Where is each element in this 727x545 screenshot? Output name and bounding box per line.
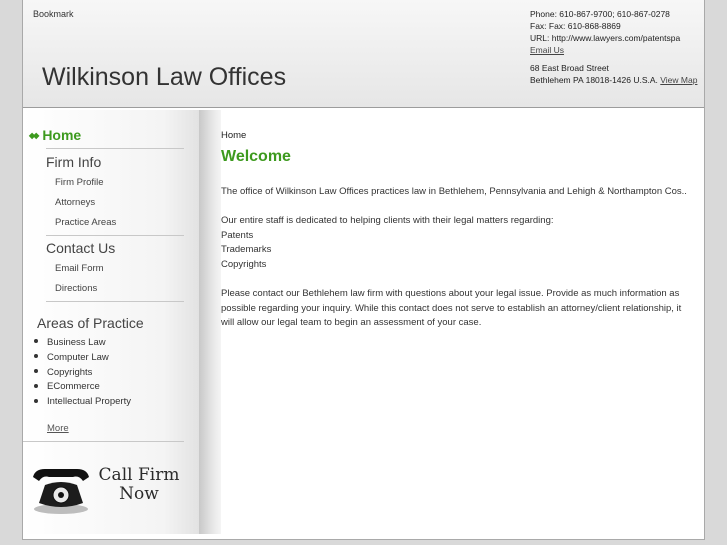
city-text: Bethlehem PA 18018-1426 U.S.A. — [530, 75, 658, 85]
email-us-link[interactable]: Email Us — [530, 45, 564, 55]
bullet-icon — [34, 398, 38, 403]
url-text: URL: http://www.lawyers.com/patentspa — [530, 33, 681, 43]
city-line: Bethlehem PA 18018-1426 U.S.A. View Map — [530, 74, 700, 86]
list-item[interactable]: Business Law — [34, 336, 131, 351]
sidebar-item-firm-profile[interactable]: Firm Profile — [55, 177, 104, 188]
area-label: ECommerce — [47, 381, 100, 393]
bullet-icon — [34, 383, 38, 388]
list-item[interactable]: Copyrights — [34, 366, 131, 381]
divider — [23, 441, 184, 442]
call-firm-line2: Now — [119, 484, 159, 504]
breadcrumb[interactable]: Home — [221, 130, 246, 141]
bookmark-link[interactable]: Bookmark — [33, 9, 74, 19]
bullet-icon — [34, 354, 38, 359]
bullet-icon — [34, 369, 38, 374]
divider — [46, 301, 184, 302]
area-label: Computer Law — [47, 351, 109, 363]
area-label: Business Law — [47, 337, 106, 348]
sidebar-item-directions[interactable]: Directions — [55, 283, 97, 294]
body-text: The office of Wilkinson Law Offices prac… — [221, 185, 691, 346]
sidebar-item-practice-areas[interactable]: Practice Areas — [55, 217, 116, 228]
divider — [46, 235, 184, 236]
areas-of-practice-list: Business Law Computer Law Copyrights ECo… — [34, 336, 131, 410]
phone-text: Phone: 610-867-9700; 610-867-0278 — [530, 9, 670, 19]
sidebar-item-email-form[interactable]: Email Form — [55, 263, 104, 274]
site-title: Wilkinson Law Offices — [42, 63, 287, 91]
list-item[interactable]: ECommerce — [34, 380, 131, 395]
more-link[interactable]: More — [47, 423, 69, 434]
matter-item: Patents — [221, 229, 254, 241]
page-title: Welcome — [221, 148, 291, 165]
diamond-arrow-icon: ◆◆ — [29, 130, 39, 140]
staff-text: Our entire staff is dedicated to helping… — [221, 215, 554, 227]
area-label: Copyrights — [47, 366, 93, 378]
matter-item: Copyrights — [221, 258, 267, 270]
matter-item: Trademarks — [221, 244, 272, 256]
contact-info: Phone: 610-867-9700; 610-867-0278 Fax: F… — [530, 8, 700, 86]
sidebar-item-firm-info[interactable]: Firm Info — [46, 154, 101, 170]
telephone-icon — [33, 469, 89, 514]
call-firm-text: Call Firm Now — [89, 466, 189, 504]
sidebar-item-attorneys[interactable]: Attorneys — [55, 197, 95, 208]
area-label: Intellectual Property — [47, 396, 131, 408]
sidebar-item-label: Home — [42, 127, 82, 143]
sidebar-nav: ◆◆ Home Firm Info Firm Profile Attorneys… — [23, 110, 199, 534]
areas-of-practice-heading: Areas of Practice — [37, 315, 144, 331]
site-header: Bookmark Wilkinson Law Offices Phone: 61… — [23, 0, 704, 108]
call-firm-line1: Call Firm — [98, 465, 180, 485]
street-text: 68 East Broad Street — [530, 63, 609, 73]
list-item[interactable]: Computer Law — [34, 351, 131, 366]
closing-paragraph: Please contact our Bethlehem law firm wi… — [221, 288, 682, 329]
intro-paragraph: The office of Wilkinson Law Offices prac… — [221, 186, 687, 197]
fax-text: Fax: Fax: 610-868-8869 — [530, 21, 621, 31]
view-map-link[interactable]: View Map — [660, 75, 697, 85]
sidebar-item-home[interactable]: ◆◆ Home — [29, 127, 81, 143]
sidebar-item-contact-us[interactable]: Contact Us — [46, 240, 115, 256]
matters-paragraph: Our entire staff is dedicated to helping… — [221, 214, 691, 272]
bullet-icon — [34, 339, 38, 344]
sidebar-shadow — [199, 110, 221, 534]
list-item[interactable]: Intellectual Property — [34, 395, 131, 410]
divider — [46, 148, 184, 149]
page-frame: Bookmark Wilkinson Law Offices Phone: 61… — [22, 0, 705, 540]
main-content: Home Welcome The office of Wilkinson Law… — [221, 110, 701, 534]
call-firm-button[interactable]: Call Firm Now — [31, 457, 183, 517]
